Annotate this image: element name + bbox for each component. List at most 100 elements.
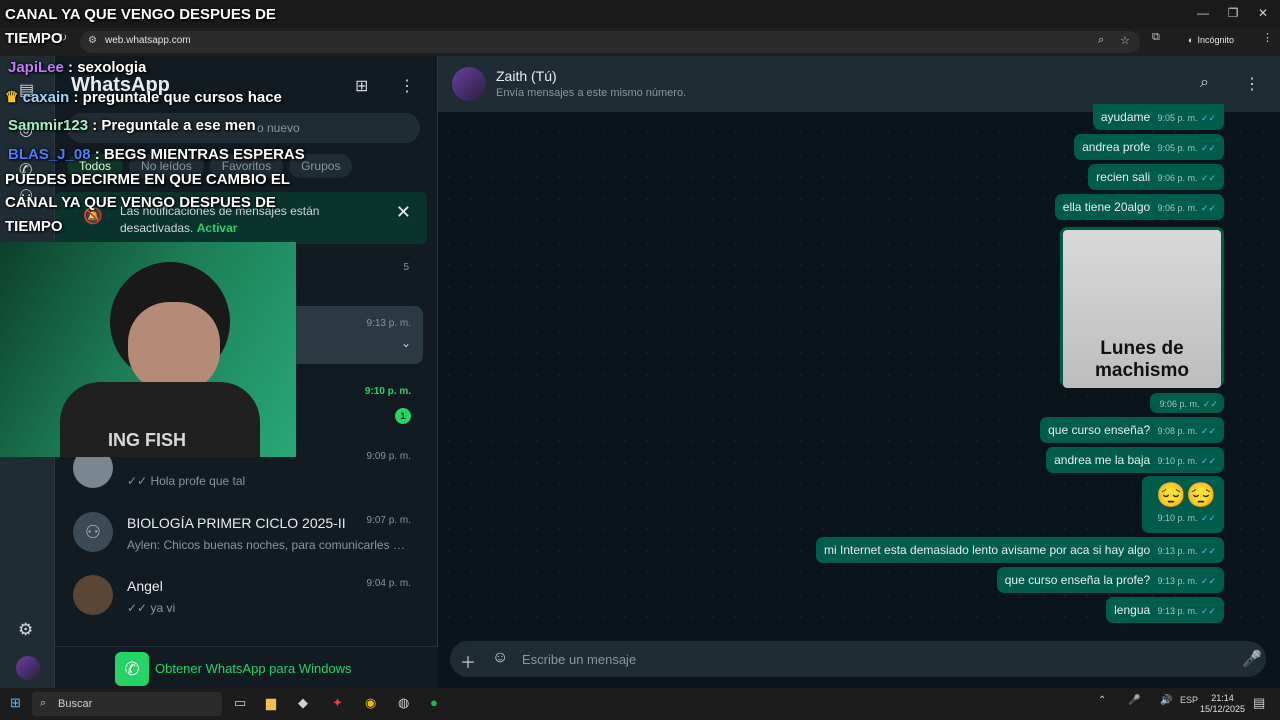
message-bubble[interactable]: que curso enseña la profe? 9:13 p. m. ✓✓: [996, 567, 1224, 593]
message-bubble[interactable]: lengua 9:13 p. m. ✓✓: [1106, 597, 1224, 623]
menu-icon[interactable]: ⋮: [399, 76, 415, 96]
address-bar[interactable]: ⚙ web.whatsapp.com ⌕ ☆: [80, 31, 1140, 53]
new-chat-icon[interactable]: ⊞: [355, 76, 368, 96]
overlay-message: : Preguntale a ese men: [88, 117, 256, 134]
message-time: 9:05 p. m.: [1157, 143, 1198, 153]
chat-row[interactable]: Angel ✓✓ ya vi 9:04 p. m.: [55, 566, 423, 630]
overlay-message: PUEDES DECIRME EN QUE CAMBIO EL: [5, 171, 291, 188]
incognito-icon: ◐: [1188, 35, 1194, 45]
message-time: 9:13 p. m.: [1157, 576, 1198, 586]
message-bubble[interactable]: que curso enseña? 9:08 p. m. ✓✓: [1040, 417, 1224, 443]
message-bubble[interactable]: mi Internet esta demasiado lento avisame…: [816, 537, 1224, 563]
task-view-icon[interactable]: ▭: [234, 695, 246, 711]
incognito-indicator[interactable]: ◐ Incógnito: [1188, 35, 1234, 45]
chrome-icon[interactable]: ◉: [365, 695, 376, 711]
volume-icon[interactable]: 🔊: [1160, 695, 1172, 706]
message-bubble[interactable]: ayudame 9:05 p. m. ✓✓: [1092, 104, 1224, 130]
contact-avatar[interactable]: [452, 67, 486, 101]
message-bubble[interactable]: andrea profe 9:05 p. m. ✓✓: [1074, 134, 1224, 160]
read-ticks-icon: ✓✓: [1200, 143, 1216, 153]
attach-plus-icon[interactable]: ＋: [460, 649, 476, 673]
site-info-icon[interactable]: ⚙: [88, 35, 97, 46]
overlay-line: CANAL YA QUE VENGO DESPUES DE: [5, 194, 276, 211]
incognito-label: Incógnito: [1197, 35, 1234, 45]
image-caption: Lunes de machismo: [1095, 338, 1189, 381]
activate-notifications-link[interactable]: Activar: [197, 221, 238, 235]
message-text: que curso enseña?: [1048, 423, 1151, 437]
composer: ＋ ☺ Escribe un mensaje 🎤: [438, 632, 1280, 688]
overlay-message: TIEMPO: [5, 30, 63, 47]
overlay-message: : BEGS MIENTRAS ESPERAS: [90, 146, 305, 163]
close-icon[interactable]: ✕: [1248, 6, 1278, 20]
chat-time: 9:13 p. m.: [366, 318, 411, 329]
whatsapp-logo-icon: ✆: [115, 652, 149, 686]
chat-preview: ✓✓ Hola profe que tal: [127, 474, 246, 488]
message-bubble: 9:06 p. m. ✓✓: [1149, 393, 1224, 413]
spotify-icon[interactable]: ●: [430, 695, 438, 710]
search-icon: ⌕: [40, 697, 47, 709]
menu-icon[interactable]: ⋮: [1244, 74, 1260, 94]
message-text: mi Internet esta demasiado lento avisame…: [824, 543, 1151, 557]
search-icon[interactable]: ⌕: [1200, 74, 1209, 92]
message-text: ayudame: [1100, 110, 1151, 124]
close-banner-icon[interactable]: ✕: [396, 202, 411, 223]
obs-icon[interactable]: ◍: [398, 695, 409, 711]
message-bubble[interactable]: ella tiene 20algo 9:06 p. m. ✓✓: [1054, 194, 1224, 220]
message-time: 9:06 p. m.: [1159, 399, 1200, 409]
get-app-banner[interactable]: ✆ Obtener WhatsApp para Windows: [55, 646, 438, 688]
minimize-icon[interactable]: —: [1188, 6, 1218, 20]
message-time: 9:10 p. m.: [1157, 513, 1198, 523]
mic-tray-icon[interactable]: 🎤: [1128, 695, 1140, 706]
maximize-icon[interactable]: ❐: [1218, 6, 1248, 20]
notification-center-icon[interactable]: ▤: [1253, 695, 1265, 711]
message-bubble[interactable]: 😔😔 9:10 p. m. ✓✓: [1142, 476, 1224, 533]
profile-avatar[interactable]: [16, 656, 40, 680]
taskbar: ⊞ ⌕ Buscar ▭ ▆ ◆ ✦ ◉ ◍ ● ⌃ 🎤 🔊 ESP 21:14 1…: [0, 688, 1280, 720]
meme-image[interactable]: Lunes de machismo: [1063, 230, 1221, 388]
read-ticks-icon: ✓✓: [1200, 173, 1216, 183]
app-icon[interactable]: ◆: [298, 695, 308, 711]
webcam-person-face: [128, 302, 220, 392]
windows-start-icon[interactable]: ⊞: [10, 695, 21, 711]
message-bubble[interactable]: recien sali 9:06 p. m. ✓✓: [1088, 164, 1224, 190]
read-ticks-icon: ✓✓: [1200, 456, 1216, 466]
overlay-message: TIEMPO: [5, 218, 63, 235]
sticker-icon[interactable]: ☺: [492, 649, 508, 667]
clock[interactable]: 21:14 15/12/2025: [1200, 693, 1245, 715]
extension-icon[interactable]: ⧉: [1152, 31, 1160, 44]
overlay-line: BLAS_J_08 : BEGS MIENTRAS ESPERAS: [8, 146, 305, 163]
chat-time: 9:04 p. m.: [366, 578, 411, 589]
chat-time: 9:07 p. m.: [366, 515, 411, 526]
microphone-icon[interactable]: 🎤: [1242, 649, 1262, 669]
crown-icon: ♛: [5, 89, 19, 106]
chat-preview-text: Hola profe que tal: [150, 474, 246, 488]
chat-row[interactable]: ⚇ BIOLOGÍA PRIMER CICLO 2025-II Aylen: C…: [55, 503, 423, 567]
app-icon[interactable]: ✦: [332, 695, 343, 711]
bookmark-star-icon[interactable]: ☆: [1120, 34, 1130, 47]
read-ticks-icon: ✓✓: [1200, 203, 1216, 213]
file-explorer-icon[interactable]: ▆: [266, 695, 276, 711]
message-bubble[interactable]: andrea me la baja 9:10 p. m. ✓✓: [1046, 447, 1224, 473]
browser-menu-icon[interactable]: ⋮: [1262, 31, 1273, 44]
overlay-username: JapiLee: [8, 59, 64, 76]
message-text: ella tiene 20algo: [1062, 200, 1151, 214]
read-ticks-icon: ✓✓: [1200, 546, 1216, 556]
message-input[interactable]: Escribe un mensaje: [522, 652, 636, 667]
chat-time: 9:10 p. m.: [364, 386, 411, 397]
taskbar-search[interactable]: ⌕ Buscar: [32, 692, 222, 716]
zoom-icon[interactable]: ⌕: [1098, 34, 1104, 47]
chevron-down-icon[interactable]: ⌄: [401, 336, 411, 350]
image-message[interactable]: Lunes de machismo: [1060, 227, 1224, 388]
read-ticks-icon: ✓✓: [1200, 576, 1216, 586]
chat-time: 9:09 p. m.: [366, 451, 411, 462]
message-time: 9:13 p. m.: [1157, 606, 1198, 616]
overlay-line: ♛ caxain : preguntale que cursos hace: [5, 88, 282, 106]
chat-preview: Aylen: Chicos buenas noches, para comuni…: [127, 538, 405, 552]
settings-gear-icon[interactable]: ⚙: [18, 620, 33, 640]
language-indicator[interactable]: ESP: [1180, 695, 1198, 705]
overlay-line: TIEMPO: [5, 30, 63, 47]
get-app-label: Obtener WhatsApp para Windows: [155, 661, 352, 676]
message-text: recien sali: [1096, 170, 1151, 184]
clock-date: 15/12/2025: [1200, 704, 1246, 714]
tray-chevron-icon[interactable]: ⌃: [1098, 695, 1106, 706]
